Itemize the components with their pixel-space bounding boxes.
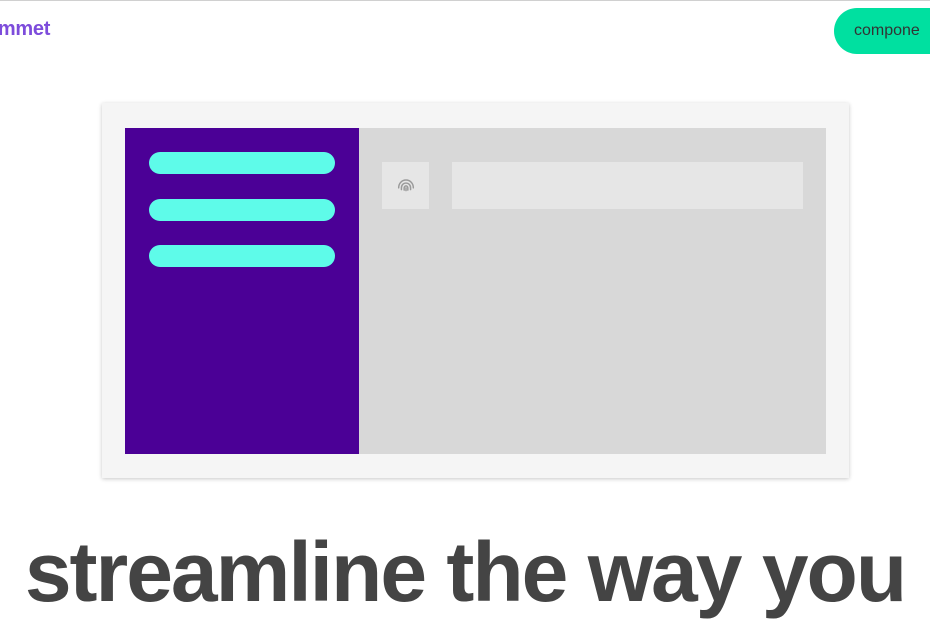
preview-icon-box <box>382 162 429 209</box>
page: ommet compone streamline the way you <box>0 0 930 620</box>
preview-sidebar-item <box>149 152 335 174</box>
hero-headline: streamline the way you <box>24 525 907 619</box>
preview-sidebar <box>125 128 359 454</box>
components-button[interactable]: compone <box>834 8 930 54</box>
preview-sidebar-item <box>149 199 335 221</box>
fingerprint-icon <box>397 178 414 191</box>
preview-sidebar-item <box>149 245 335 267</box>
brand-logo-text[interactable]: ommet <box>0 18 50 41</box>
app-preview-card <box>102 103 849 478</box>
preview-search-bar <box>452 162 803 209</box>
preview-main-area <box>359 128 826 454</box>
top-divider <box>0 0 930 1</box>
